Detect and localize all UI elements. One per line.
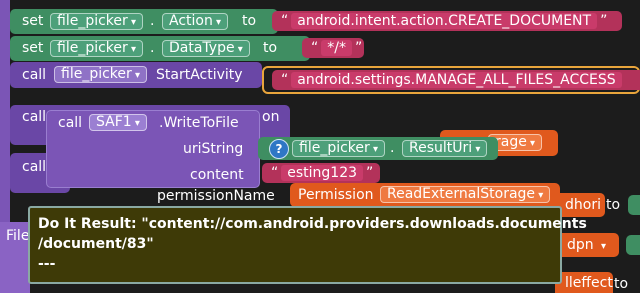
permission-block[interactable]: Permission ReadExternalStorage	[290, 183, 560, 207]
text-block-action-value[interactable]: “android.intent.action.CREATE_DOCUMENT”	[272, 11, 622, 31]
dot-separator: .	[150, 13, 155, 29]
dpn-block[interactable]: dpn	[555, 233, 619, 257]
lleffect-block[interactable]: lleffect	[555, 272, 613, 293]
permission-name-label: permissionName	[157, 188, 275, 204]
set-keyword: set	[22, 13, 44, 29]
open-quote: “	[311, 40, 319, 56]
method-writetofile: .WriteToFile	[159, 115, 239, 131]
result-line-1: Do It Result: "content://com.android.pro…	[38, 216, 587, 232]
help-icon[interactable]: ?	[269, 139, 289, 159]
dpn-fragment: dpn	[567, 237, 594, 253]
set-keyword: set	[22, 40, 44, 56]
text-input-content[interactable]: esting123	[281, 165, 364, 181]
text-block-datatype-value[interactable]: “*/*”	[302, 38, 364, 58]
set-action-block[interactable]: set file_picker . Action to	[10, 9, 278, 34]
text-block-content[interactable]: “esting123”	[262, 163, 380, 183]
call-keyword: call	[22, 67, 47, 83]
dot-separator: .	[390, 140, 395, 156]
dpn-socket	[626, 235, 640, 255]
result-line-3: ---	[38, 256, 56, 272]
to-label: to	[606, 197, 621, 213]
call-keyword: call	[22, 109, 47, 125]
set-datatype-block[interactable]: set file_picker . DataType to	[10, 36, 310, 61]
component-dropdown-file-picker[interactable]: file_picker	[50, 13, 143, 30]
text-block-settings-value[interactable]: “android.settings.MANAGE_ALL_FILES_ACCES…	[272, 70, 640, 90]
to-label: to	[242, 13, 257, 29]
get-resulturi-block[interactable]: file_picker . ResultUri	[258, 137, 498, 160]
close-quote: ”	[600, 13, 608, 29]
file-fragment: File	[6, 228, 30, 244]
property-dropdown-datatype[interactable]: DataType	[162, 40, 250, 57]
component-dropdown-file-picker[interactable]: file_picker	[292, 140, 385, 157]
component-dropdown-saf1[interactable]: SAF1	[89, 114, 147, 131]
component-dropdown-file-picker[interactable]: file_picker	[54, 66, 147, 83]
component-dropdown-file-picker[interactable]: file_picker	[50, 40, 143, 57]
do-it-result-bubble: Do It Result: "content://com.android.pro…	[28, 206, 587, 284]
call-keyword: call	[22, 159, 47, 175]
dhori-socket	[628, 195, 640, 215]
result-line-2: /document/83"	[38, 236, 154, 252]
on-fragment: on	[262, 109, 280, 125]
uri-string-label: uriString	[183, 141, 244, 157]
open-quote: “	[281, 72, 289, 88]
close-quote: ”	[354, 40, 363, 56]
close-quote: ”	[366, 165, 374, 181]
to-label: to	[263, 40, 278, 56]
blocks-workspace[interactable]: File set file_picker . Action to “androi…	[0, 0, 640, 293]
property-dropdown-action[interactable]: Action	[162, 13, 229, 30]
call-writetofile-block[interactable]: call SAF1 .WriteToFile uriString content	[46, 110, 260, 188]
permission-label: Permission	[298, 187, 374, 203]
dot-separator: .	[150, 40, 155, 56]
open-quote: “	[271, 165, 279, 181]
permission-dropdown[interactable]: ReadExternalStorage	[380, 186, 551, 203]
call-startactivity-block[interactable]: call file_picker StartActivity	[10, 62, 262, 88]
method-startactivity: StartActivity	[156, 67, 243, 83]
text-input-datatype[interactable]: */*	[321, 40, 352, 56]
dhori-fragment: dhori	[565, 197, 601, 213]
property-dropdown-resulturi[interactable]: ResultUri	[402, 140, 488, 157]
text-input-action[interactable]: android.intent.action.CREATE_DOCUMENT	[291, 13, 598, 29]
lleffect-fragment: lleffect	[565, 275, 613, 291]
open-quote: “	[281, 13, 289, 29]
text-input-settings[interactable]: android.settings.MANAGE_ALL_FILES_ACCESS	[291, 72, 622, 88]
to-label: to	[614, 276, 629, 292]
dpn-dropdown-arrow[interactable]	[601, 237, 606, 255]
content-label: content	[190, 167, 244, 183]
dhori-block[interactable]: dhori	[555, 193, 605, 217]
call-keyword: call	[58, 115, 83, 131]
